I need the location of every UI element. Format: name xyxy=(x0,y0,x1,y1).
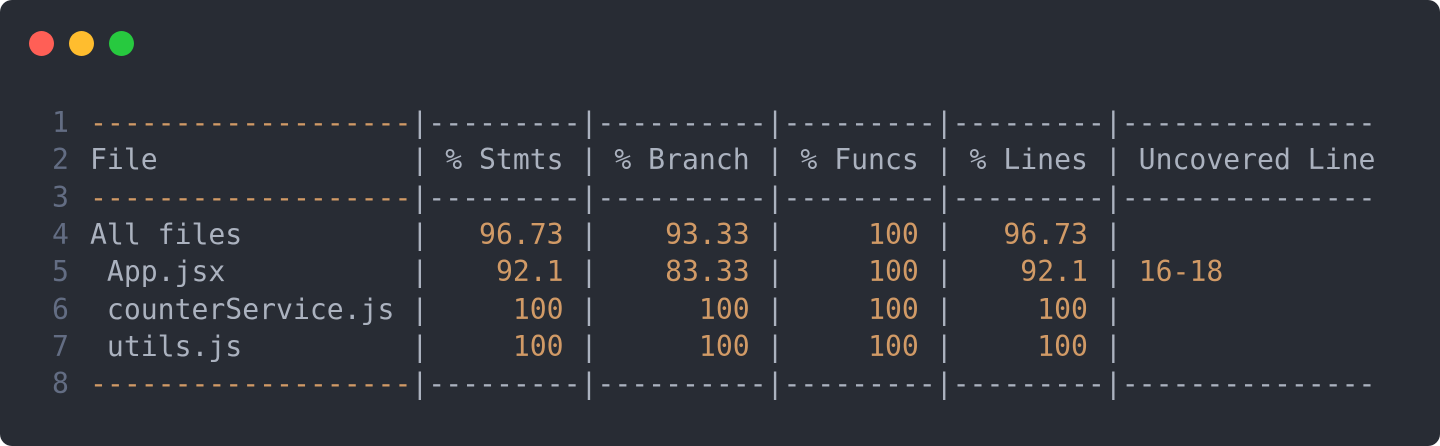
coverage-value: 93.33 xyxy=(665,218,750,252)
code-text: |---------|----------|---------|--------… xyxy=(411,180,1376,214)
line-number: 6 xyxy=(52,292,69,326)
code-text: | xyxy=(563,330,699,364)
code-text: | xyxy=(918,330,1038,364)
coverage-value: 100 xyxy=(1037,292,1088,326)
code-line: 4 All files | 96.73 | 93.33 | 100 | 96.73… xyxy=(52,216,1375,253)
coverage-value: 100 xyxy=(868,255,919,289)
coverage-value: 100 xyxy=(868,330,919,364)
code-text: ------------------- xyxy=(90,106,412,139)
code-text: | xyxy=(749,255,869,289)
coverage-value: 100 xyxy=(698,292,750,326)
code-text: App.jsx | xyxy=(90,255,496,289)
coverage-value: 100 xyxy=(698,330,750,364)
coverage-value: 100 xyxy=(512,330,564,364)
code-text: | xyxy=(1087,218,1122,252)
code-text: | xyxy=(1087,330,1122,364)
code-text: | xyxy=(918,218,1004,252)
line-number: 3 xyxy=(52,180,69,214)
code-text: | xyxy=(1087,292,1122,326)
code-line: 3 -------------------|---------|---------… xyxy=(52,179,1375,216)
line-number: 2 xyxy=(52,143,69,177)
zoom-icon[interactable] xyxy=(109,31,134,56)
code-text: | xyxy=(749,330,869,364)
code-window: 1 -------------------|---------|---------… xyxy=(0,0,1440,446)
code-text: | xyxy=(1087,255,1139,289)
coverage-value: 96.73 xyxy=(479,218,564,252)
code-line: 2 File | % Stmts | % Branch | % Funcs | %… xyxy=(52,141,1375,178)
line-number: 1 xyxy=(52,106,69,139)
minimize-icon[interactable] xyxy=(69,31,94,56)
code-text: counterService.js | xyxy=(90,292,513,326)
code-line: 5 App.jsx | 92.1 | 83.33 | 100 | 92.1 | … xyxy=(52,253,1375,290)
code-text: | xyxy=(918,292,1038,326)
line-number: 7 xyxy=(52,330,69,364)
code-text: File | % Stmts | % Branch | % Funcs | % … xyxy=(90,143,1376,177)
code-line: 6 counterService.js | 100 | 100 | 100 | … xyxy=(52,291,1375,328)
code-line: 1 -------------------|---------|---------… xyxy=(52,104,1375,141)
coverage-value: 16-18 xyxy=(1138,255,1224,289)
line-number: 8 xyxy=(52,367,69,401)
close-icon[interactable] xyxy=(29,31,54,56)
coverage-value: 92.1 xyxy=(495,255,564,289)
coverage-value: 100 xyxy=(512,292,564,326)
code-text: utils.js | xyxy=(90,330,513,364)
coverage-value: 100 xyxy=(868,218,919,252)
code-text: ------------------- xyxy=(90,367,412,401)
code-text: All files | xyxy=(90,218,480,252)
code-line: 7 utils.js | 100 | 100 | 100 | 100 | xyxy=(52,328,1375,365)
code-line: 8 -------------------|---------|---------… xyxy=(52,365,1375,402)
code-text: | xyxy=(563,218,666,252)
coverage-table-code: 1 -------------------|---------|---------… xyxy=(52,104,1375,403)
code-text: |---------|----------|---------|--------… xyxy=(411,106,1376,139)
code-text: ------------------- xyxy=(90,180,412,214)
coverage-value: 92.1 xyxy=(1020,255,1088,289)
coverage-value: 100 xyxy=(868,292,919,326)
code-text: | xyxy=(749,292,869,326)
code-text: |---------|----------|---------|--------… xyxy=(411,367,1376,401)
code-text: | xyxy=(749,218,869,252)
code-text: | xyxy=(563,292,699,326)
coverage-value: 96.73 xyxy=(1003,218,1088,252)
coverage-value: 100 xyxy=(1037,330,1088,364)
coverage-value: 83.33 xyxy=(665,255,750,289)
line-number: 4 xyxy=(52,218,69,252)
code-text: | xyxy=(918,255,1021,289)
code-text: | xyxy=(563,255,666,289)
line-number: 5 xyxy=(52,255,69,289)
